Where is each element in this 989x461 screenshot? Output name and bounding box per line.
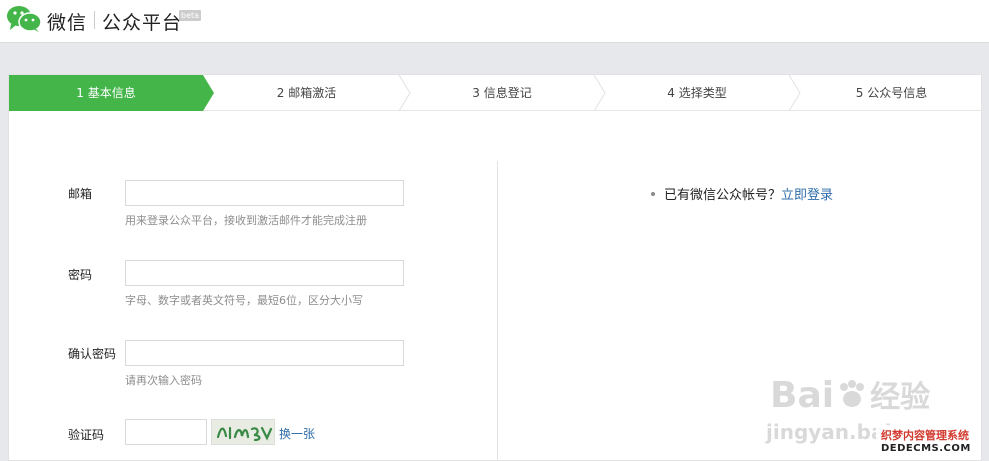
dedecms-domain: DEDECMS.COM — [881, 443, 971, 454]
step-progress-bar: 1 基本信息 2 邮箱激活 3 信息登记 4 选择类型 5 公众号信息 — [9, 75, 983, 111]
login-now-link[interactable]: 立即登录 — [781, 188, 833, 203]
email-label: 邮箱 — [68, 187, 93, 201]
watermark-logo-text: Bai — [770, 375, 835, 416]
paw-icon — [840, 380, 865, 407]
top-bar: 微信 公众平台 beta — [0, 0, 989, 43]
password-input[interactable] — [125, 260, 404, 286]
captcha-glyphs-icon — [216, 426, 273, 442]
captcha-image[interactable] — [211, 419, 275, 445]
wechat-logo-icon — [7, 6, 42, 32]
brand-name: 微信 — [47, 12, 88, 34]
platform-name: 公众平台 — [102, 12, 183, 34]
column-divider — [497, 161, 498, 461]
confirm-password-label: 确认密码 — [68, 347, 117, 361]
step-separator-2 — [398, 75, 411, 111]
captcha-label: 验证码 — [68, 428, 105, 442]
captcha-input[interactable] — [125, 419, 207, 445]
refresh-captcha-link[interactable]: 换一张 — [279, 425, 315, 442]
beta-badge: beta — [179, 10, 202, 21]
email-input[interactable] — [125, 180, 404, 206]
confirm-password-hint: 请再次输入密码 — [125, 374, 202, 387]
step-separator-4 — [788, 75, 801, 111]
password-label: 密码 — [68, 268, 93, 282]
dedecms-title: 织梦内容管理系统 — [881, 429, 969, 442]
password-hint: 字母、数字或者英文符号，最短6位，区分大小写 — [125, 294, 363, 307]
confirm-password-input[interactable] — [125, 340, 404, 366]
step-1-basic-info: 1 基本信息 — [76, 86, 136, 100]
existing-account-text: 已有微信公众帐号？ — [664, 188, 782, 203]
step-separator-3 — [593, 75, 606, 111]
brand-divider — [94, 11, 95, 29]
step-4-choose-type: 4 选择类型 — [667, 86, 727, 100]
email-hint: 用来登录公众平台，接收到激活邮件才能完成注册 — [125, 214, 367, 227]
existing-account-prompt: 已有微信公众帐号？立即登录 — [651, 184, 833, 203]
watermark-logo-suffix: 经验 — [870, 380, 931, 415]
bullet-icon — [651, 191, 655, 196]
step-2-email-activation: 2 邮箱激活 — [276, 86, 337, 100]
baidu-watermark-logo: Bai 经验 — [770, 372, 930, 416]
step-5-account-info: 5 公众号信息 — [855, 86, 928, 100]
baidu-watermark-url: jingyan.bai — [766, 420, 892, 444]
step-3-info-registration: 3 信息登记 — [472, 86, 532, 100]
